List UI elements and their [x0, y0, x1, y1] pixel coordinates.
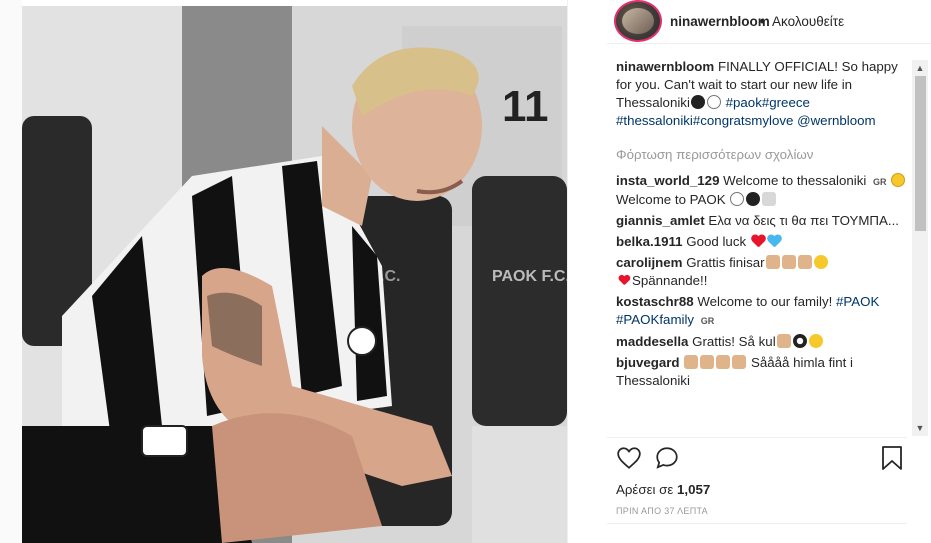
actions-divider	[607, 437, 907, 438]
greek-flag-badge: GR	[700, 316, 715, 326]
white-circle-emoji-icon	[706, 95, 721, 109]
black-circle-emoji-icon	[746, 192, 761, 206]
scroll-up-arrow-icon[interactable]: ▲	[912, 60, 928, 76]
following-button[interactable]: Ακολουθείτε	[772, 14, 844, 29]
caption: ninawernbloom FINALLY OFFICIAL! So happy…	[616, 58, 907, 130]
clapping-hands-emoji-icon	[765, 255, 780, 269]
comment-username-link[interactable]: insta_world_129	[616, 173, 719, 188]
comment-text: Grattis! Så kul	[692, 334, 776, 349]
clapping-hands-emoji-icon	[700, 355, 715, 369]
bookmark-icon	[882, 446, 902, 470]
comment-item: bjuvegard Såååå himla fint i Thessalonik…	[616, 354, 907, 390]
comment-item: giannis_amlet Ελα να δεις τι θα πει ΤΟΥΜ…	[616, 212, 907, 230]
flexed-biceps-emoji-icon	[776, 334, 791, 348]
clapping-hands-emoji-icon	[781, 255, 796, 269]
blue-heart-emoji-icon	[767, 235, 781, 248]
comment-username-link[interactable]: maddesella	[616, 334, 688, 349]
header-username-link[interactable]: ninawernbloom	[670, 14, 770, 29]
comment-item: maddesella Grattis! Så kul	[616, 333, 907, 351]
clapping-hands-emoji-icon	[797, 255, 812, 269]
white-circle-emoji-icon	[730, 192, 745, 206]
likes-label: Αρέσει σε	[616, 482, 674, 497]
comment-text: Welcome to thessaloniki	[723, 173, 867, 188]
header-separator: •	[760, 14, 765, 29]
comment-item: kostaschr88 Welcome to our family! #PAOK…	[616, 293, 907, 330]
comment-text: Grattis finisar	[686, 255, 765, 270]
load-more-comments-link[interactable]: Φόρτωση περισσότερων σχολίων	[616, 146, 907, 164]
caption-username-link[interactable]: ninawernbloom	[616, 59, 714, 74]
avatar-photo	[622, 8, 654, 34]
greek-flag-badge: GR	[873, 177, 887, 187]
comment-username-link[interactable]: giannis_amlet	[616, 213, 705, 228]
like-button[interactable]	[616, 445, 642, 471]
comment-text: Good luck	[686, 234, 747, 249]
post-side-panel: ninawernbloom • Ακολουθείτε ninawernbloo…	[607, 0, 931, 543]
comments-list: ninawernbloom FINALLY OFFICIAL! So happy…	[607, 58, 907, 436]
black-circle-emoji-icon	[690, 95, 705, 109]
clapping-hands-emoji-icon	[716, 355, 731, 369]
left-margin	[0, 0, 22, 543]
comment-username-link[interactable]: belka.1911	[616, 234, 683, 249]
heart-outline-icon	[617, 447, 641, 469]
bottom-divider	[607, 523, 907, 524]
comment-text-2: Welcome to PAOK	[616, 192, 726, 207]
save-button[interactable]	[881, 445, 903, 471]
comment-username-link[interactable]: bjuvegard	[616, 355, 680, 370]
scroll-down-arrow-icon[interactable]: ▼	[912, 420, 928, 436]
sun-emoji-icon	[891, 173, 906, 187]
locker-label: PAOK F.C.	[492, 268, 567, 285]
comment-item: belka.1911 Good luck	[616, 233, 907, 251]
comment-button[interactable]	[654, 445, 680, 471]
kissing-face-emoji-icon	[813, 255, 828, 269]
comment-bubble-icon	[656, 447, 678, 469]
clapping-hands-emoji-icon	[684, 355, 699, 369]
black-heart-emoji-icon	[618, 275, 629, 285]
comment-item: carolijnem Grattis finisar Spännande!!	[616, 254, 907, 290]
comments-scrollbar[interactable]: ▲ ▼	[912, 60, 928, 436]
likes-number: 1,057	[676, 482, 711, 497]
likes-count[interactable]: Αρέσει σε 1,057	[616, 482, 710, 497]
post-photo[interactable]: 11 PAOK F.C. F.C.	[22, 6, 567, 543]
avatar[interactable]	[614, 0, 662, 42]
comment-username-link[interactable]: kostaschr88	[616, 294, 694, 309]
butterfly-emoji-icon	[762, 192, 777, 206]
comment-text: Welcome to our family!	[697, 294, 833, 309]
clapping-hands-emoji-icon	[732, 355, 747, 369]
post-timestamp[interactable]: ΠΡΙΝ ΑΠΟ 37 ΛΕΠΤΑ	[616, 506, 708, 516]
comment-username-link[interactable]: carolijnem	[616, 255, 683, 270]
comment-text-2: Spännande!!	[632, 273, 708, 288]
soccer-ball-emoji-icon	[792, 334, 807, 348]
instagram-post: 11 PAOK F.C. F.C. ninawernbloom • Ακολου…	[0, 0, 931, 543]
jersey-number: 11	[502, 82, 549, 131]
red-heart-emoji-icon	[751, 235, 765, 248]
photo-right-margin	[567, 0, 607, 543]
post-header: ninawernbloom • Ακολουθείτε	[607, 0, 931, 44]
post-photo-illustration: 11 PAOK F.C. F.C.	[22, 6, 567, 543]
kissing-face-emoji-icon	[808, 334, 823, 348]
scrollbar-thumb[interactable]	[915, 76, 926, 231]
comment-item: insta_world_129 Welcome to thessaloniki …	[616, 172, 907, 209]
comment-text: Ελα να δεις τι θα πει ΤΟΥΜΠΑ...	[708, 213, 899, 228]
